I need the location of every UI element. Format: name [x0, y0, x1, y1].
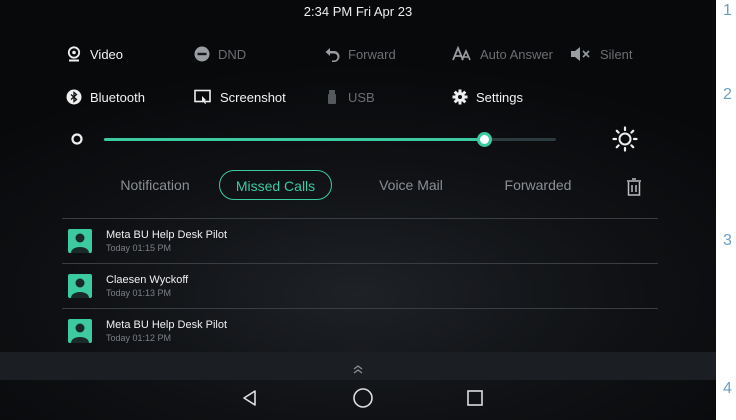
tab-voice-mail[interactable]: Voice Mail: [356, 170, 466, 200]
silent-icon: [570, 46, 592, 62]
status-bar: 2:34 PM Fri Apr 23: [0, 0, 716, 22]
contact-avatar-icon: [68, 274, 92, 298]
quick-settings-row-2: Bluetooth Screenshot USB Settings: [0, 83, 716, 111]
usb-toggle[interactable]: USB: [324, 83, 375, 111]
contact-name: Meta BU Help Desk Pilot: [106, 229, 228, 241]
call-time: Today 01:12 PM: [106, 333, 172, 343]
back-icon: [240, 388, 260, 413]
brightness-fill: [104, 138, 484, 141]
brightness-thumb[interactable]: [476, 132, 492, 147]
tab-missed-calls[interactable]: Missed Calls: [219, 170, 332, 200]
call-time: Today 01:13 PM: [106, 288, 172, 298]
auto-answer-toggle[interactable]: Auto Answer: [452, 40, 553, 68]
forward-toggle[interactable]: Forward: [324, 40, 396, 68]
dnd-toggle[interactable]: DND: [194, 40, 246, 68]
video-label: Video: [90, 46, 124, 62]
status-datetime: 2:34 PM Fri Apr 23: [303, 4, 413, 19]
recents-button[interactable]: [463, 388, 487, 412]
screenshot-label: Screenshot: [220, 89, 286, 105]
settings-label: Settings: [476, 89, 523, 105]
recents-icon: [466, 389, 484, 412]
dnd-icon: [194, 46, 210, 62]
bluetooth-label: Bluetooth: [90, 89, 145, 105]
brightness-high-icon: [612, 126, 638, 157]
forward-icon: [324, 46, 340, 62]
video-icon: [66, 46, 82, 62]
collapse-handle[interactable]: [0, 352, 716, 380]
tab-forwarded[interactable]: Forwarded: [478, 170, 598, 200]
auto-answer-label: Auto Answer: [480, 46, 553, 62]
screenshot-icon: [194, 89, 212, 105]
dnd-label: DND: [218, 46, 247, 62]
forward-label: Forward: [348, 46, 396, 62]
usb-label: USB: [348, 89, 375, 105]
trash-icon: [626, 176, 642, 206]
brightness-low-icon: [70, 132, 84, 151]
contact-avatar-icon: [68, 229, 92, 253]
silent-toggle[interactable]: Silent: [570, 40, 633, 68]
brightness-track[interactable]: [104, 132, 556, 147]
usb-icon: [324, 89, 340, 105]
bluetooth-icon: [66, 89, 82, 105]
list-item[interactable]: Meta BU Help Desk Pilot Today 01:15 PM: [62, 218, 658, 263]
silent-label: Silent: [600, 46, 633, 62]
callout-number: 1: [723, 2, 732, 19]
chevron-up-icon: [352, 361, 364, 379]
missed-calls-list: Meta BU Help Desk Pilot Today 01:15 PM C…: [62, 218, 658, 354]
callout-number: 3: [723, 232, 732, 249]
call-time: Today 01:15 PM: [106, 243, 172, 253]
contact-name: Claesen Wyckoff: [106, 274, 189, 286]
screenshot-button[interactable]: Screenshot: [194, 83, 286, 111]
contact-name: Meta BU Help Desk Pilot: [106, 319, 228, 331]
contact-avatar-icon: [68, 319, 92, 343]
back-button[interactable]: [238, 388, 262, 412]
settings-button[interactable]: Settings: [452, 83, 523, 111]
home-button[interactable]: [351, 387, 375, 414]
home-icon: [352, 387, 374, 414]
brightness-slider[interactable]: [64, 126, 664, 152]
auto-answer-icon: [452, 46, 472, 62]
list-item[interactable]: Meta BU Help Desk Pilot Today 01:12 PM: [62, 308, 658, 354]
callout-number: 4: [723, 380, 732, 397]
settings-icon: [452, 89, 468, 105]
quick-settings-row-1: Video DND Forward Auto Answer Silent: [0, 40, 716, 68]
bluetooth-toggle[interactable]: Bluetooth: [66, 83, 145, 111]
callout-number: 2: [723, 86, 732, 103]
video-toggle[interactable]: Video: [66, 40, 123, 68]
navigation-bar: [0, 380, 716, 420]
tab-notification[interactable]: Notification: [100, 170, 210, 200]
delete-button[interactable]: [620, 170, 648, 200]
phone-screen: 2:34 PM Fri Apr 23 Video DND Forward Aut…: [0, 0, 716, 420]
message-tabs: Notification Missed Calls Voice Mail For…: [60, 170, 660, 202]
list-item[interactable]: Claesen Wyckoff Today 01:13 PM: [62, 263, 658, 308]
